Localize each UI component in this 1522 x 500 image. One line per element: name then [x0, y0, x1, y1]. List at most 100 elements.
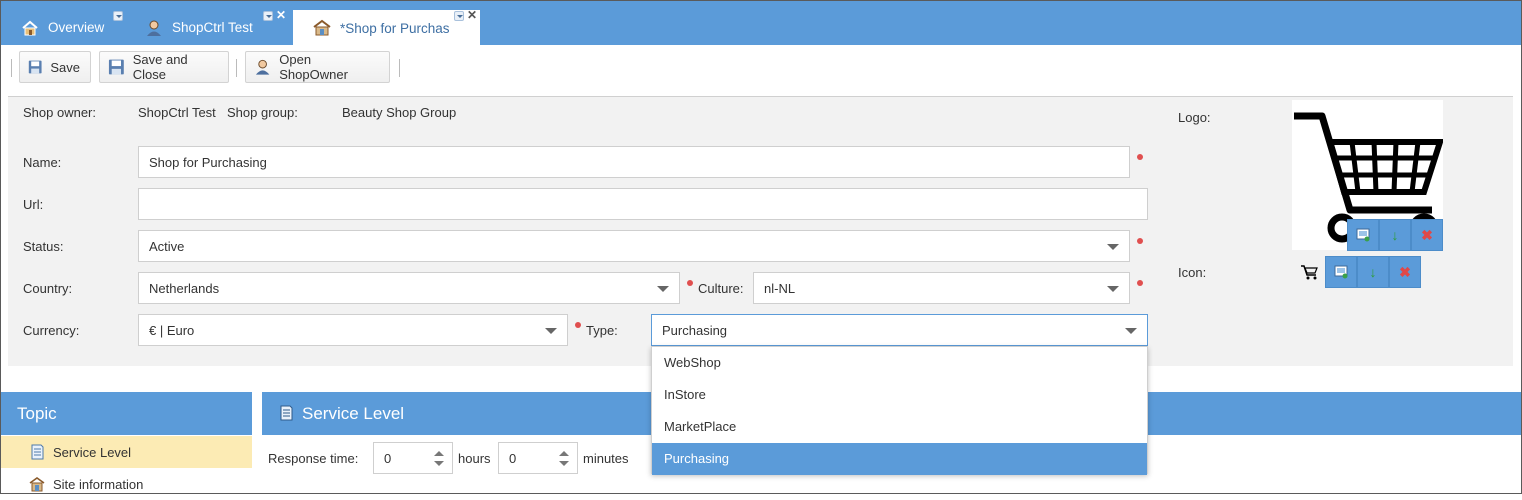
- save-and-close-label: Save and Close: [132, 52, 188, 82]
- house-icon: [22, 20, 38, 35]
- tab-label: Overview: [48, 20, 105, 35]
- shopping-cart-icon: [1301, 265, 1318, 280]
- chevron-down-icon: [545, 328, 557, 334]
- type-label: Type:: [586, 323, 618, 338]
- type-option-purchasing[interactable]: Purchasing: [652, 443, 1147, 475]
- stepper-arrows-icon[interactable]: [434, 449, 444, 469]
- topic-panel-header: Topic: [1, 392, 252, 435]
- shop-owner-label: Shop owner:: [23, 105, 96, 120]
- name-label: Name:: [23, 155, 62, 170]
- icon-label: Icon:: [1178, 265, 1207, 280]
- hours-value: 0: [384, 450, 392, 466]
- response-time-label: Response time:: [268, 451, 359, 466]
- tab-label: ShopCtrl Test: [172, 20, 253, 35]
- close-icon: ✖: [1399, 263, 1411, 280]
- shop-icon: [313, 19, 331, 36]
- icon-download-button[interactable]: ↓: [1357, 256, 1389, 288]
- toolbar-separator: [236, 59, 237, 77]
- icon-browse-button[interactable]: [1325, 256, 1357, 288]
- open-shopowner-button[interactable]: Open ShopOwner: [245, 51, 390, 83]
- tab-shop-close-icon[interactable]: ✕: [467, 9, 477, 21]
- minutes-stepper[interactable]: 0: [498, 442, 578, 474]
- status-value: Active: [149, 238, 185, 254]
- tab-shopctrl-close-icon[interactable]: ✕: [276, 9, 286, 21]
- url-field[interactable]: [138, 188, 1148, 220]
- logo-download-button[interactable]: ↓: [1379, 219, 1411, 251]
- save-button[interactable]: Save: [19, 51, 91, 83]
- logo-label: Logo:: [1178, 110, 1211, 125]
- status-label: Status:: [23, 239, 64, 254]
- tab-label: *Shop for Purchas: [340, 20, 450, 36]
- open-shopowner-label: Open ShopOwner: [279, 52, 348, 82]
- logo-browse-button[interactable]: [1347, 219, 1379, 251]
- required-indicator: [1137, 238, 1143, 244]
- shop-icon: [29, 477, 45, 492]
- toolbar: Save Save and Close Open ShopOwner: [1, 45, 1521, 93]
- topic-item-site-information[interactable]: Site information: [1, 468, 252, 500]
- topic-item-service-level[interactable]: Service Level: [1, 436, 252, 468]
- hours-label: hours: [458, 451, 491, 466]
- required-indicator: [1137, 280, 1143, 286]
- minutes-label: minutes: [583, 451, 629, 466]
- user-icon: [147, 20, 161, 36]
- shop-group-label: Shop group:: [227, 105, 298, 120]
- image-browse-icon: [1334, 265, 1348, 279]
- name-value: Shop for Purchasing: [149, 154, 267, 170]
- topic-title: Topic: [17, 404, 57, 423]
- service-level-title: Service Level: [302, 404, 405, 423]
- currency-label: Currency:: [23, 323, 80, 338]
- arrow-down-icon: ↓: [1369, 264, 1377, 280]
- topic-item-label: Service Level: [53, 444, 132, 460]
- save-and-close-button[interactable]: Save and Close: [99, 51, 229, 83]
- floppy-disk-icon: [28, 60, 42, 74]
- tab-bar: Overview ShopCtrl Test ✕ *Shop for Purch…: [1, 1, 1521, 46]
- stepper-arrows-icon[interactable]: [559, 449, 569, 469]
- chevron-down-icon: [1107, 244, 1119, 250]
- chevron-down-icon: [1107, 286, 1119, 292]
- minutes-value: 0: [509, 450, 517, 466]
- currency-select[interactable]: € | Euro: [138, 314, 568, 346]
- required-indicator: [1137, 154, 1143, 160]
- currency-value: € | Euro: [149, 322, 195, 338]
- logo-delete-button[interactable]: ✖: [1411, 219, 1443, 251]
- required-indicator: [575, 322, 581, 328]
- country-select[interactable]: Netherlands: [138, 272, 680, 304]
- shop-group-value: Beauty Shop Group: [342, 105, 457, 120]
- url-label: Url:: [23, 197, 44, 212]
- culture-value: nl-NL: [764, 280, 796, 296]
- shop-owner-value: ShopCtrl Test: [138, 105, 216, 120]
- chevron-down-icon: [1125, 328, 1137, 334]
- tab-shop-menu-button[interactable]: [454, 11, 464, 21]
- toolbar-separator: [11, 59, 12, 77]
- floppy-disk-icon: [108, 59, 124, 75]
- country-value: Netherlands: [149, 280, 220, 296]
- tab-shop-for-purchasing[interactable]: *Shop for Purchas: [293, 10, 480, 46]
- user-icon: [255, 59, 270, 75]
- type-select[interactable]: Purchasing: [651, 314, 1148, 346]
- image-browse-icon: [1356, 228, 1370, 242]
- tab-overview-menu-button[interactable]: [113, 11, 123, 21]
- topic-item-label: Site information: [53, 476, 144, 492]
- culture-select[interactable]: nl-NL: [753, 272, 1130, 304]
- type-option-marketplace[interactable]: MarketPlace: [652, 411, 1147, 443]
- close-icon: ✖: [1421, 226, 1433, 243]
- required-indicator: [687, 280, 693, 286]
- arrow-down-icon: ↓: [1391, 227, 1399, 243]
- country-label: Country:: [23, 281, 73, 296]
- toolbar-separator: [399, 59, 400, 77]
- type-dropdown-list: WebShop InStore MarketPlace Purchasing: [651, 346, 1148, 475]
- name-field[interactable]: Shop for Purchasing: [138, 146, 1130, 178]
- type-option-webshop[interactable]: WebShop: [652, 347, 1147, 379]
- save-label: Save: [50, 59, 80, 75]
- document-icon: [31, 444, 44, 460]
- type-option-instore[interactable]: InStore: [652, 379, 1147, 411]
- chevron-down-icon: [657, 286, 669, 292]
- document-icon: [280, 405, 293, 421]
- tab-shopctrl-test[interactable]: ShopCtrl Test: [125, 10, 285, 45]
- tab-shopctrl-menu-button[interactable]: [263, 11, 273, 21]
- hours-stepper[interactable]: 0: [373, 442, 453, 474]
- icon-delete-button[interactable]: ✖: [1389, 256, 1421, 288]
- culture-label: Culture:: [698, 281, 744, 296]
- type-value: Purchasing: [662, 322, 728, 338]
- status-select[interactable]: Active: [138, 230, 1130, 262]
